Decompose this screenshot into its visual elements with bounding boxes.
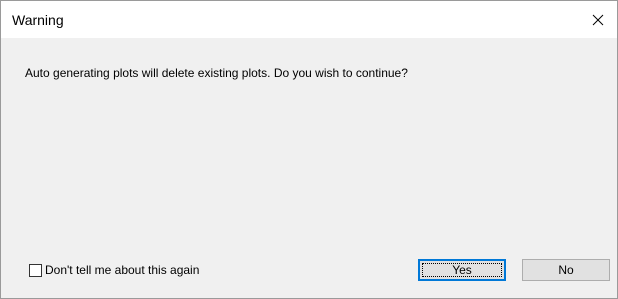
close-button[interactable] xyxy=(579,1,617,38)
dialog-title: Warning xyxy=(12,12,64,28)
no-button-label: No xyxy=(558,263,574,277)
warning-dialog: Warning Auto generating plots will delet… xyxy=(0,0,618,299)
close-icon xyxy=(592,14,604,25)
dont-tell-again-checkbox[interactable] xyxy=(29,263,42,277)
dont-tell-again-checkbox-row[interactable]: Don't tell me about this again xyxy=(29,263,199,277)
yes-button-label: Yes xyxy=(452,263,472,277)
title-bar: Warning xyxy=(1,1,617,38)
no-button[interactable]: No xyxy=(522,259,610,281)
yes-button[interactable]: Yes xyxy=(418,259,506,281)
dialog-message: Auto generating plots will delete existi… xyxy=(25,66,408,80)
dont-tell-again-label[interactable]: Don't tell me about this again xyxy=(45,263,199,277)
